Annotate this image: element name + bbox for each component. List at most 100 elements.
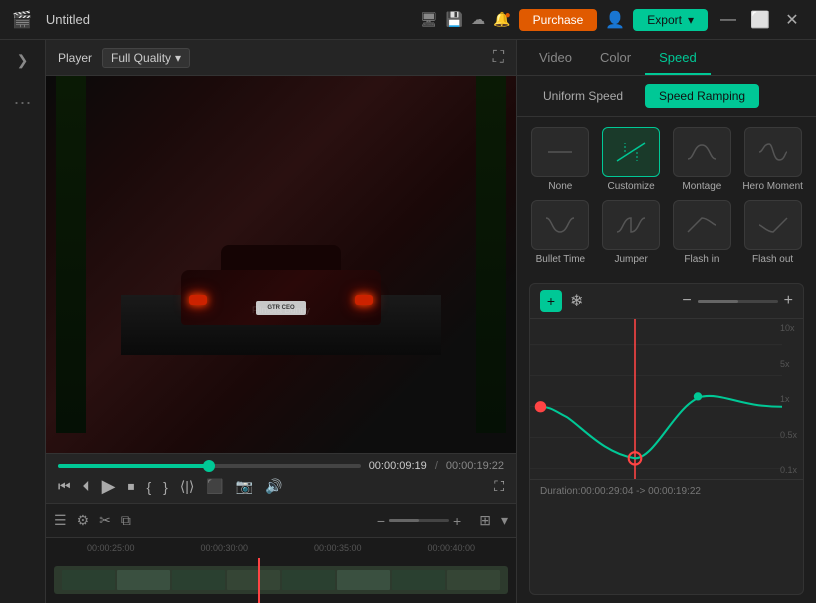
curve-editor: + ❄ − + 10x 5x 1x 0.5x 0.1x bbox=[529, 283, 804, 595]
tree-right bbox=[476, 76, 506, 433]
timeline-track[interactable] bbox=[54, 566, 508, 594]
bracket-start[interactable]: { bbox=[146, 479, 151, 495]
speed-label-customize: Customize bbox=[608, 181, 655, 192]
zoom-thumb bbox=[389, 519, 419, 522]
track-frame bbox=[117, 570, 170, 590]
speed-item-none[interactable]: None bbox=[529, 127, 592, 192]
uniform-speed-button[interactable]: Uniform Speed bbox=[529, 84, 637, 108]
collapse-arrow[interactable]: ❯ bbox=[13, 48, 33, 73]
speed-item-customize[interactable]: Customize bbox=[600, 127, 663, 192]
account-icon: 👤 bbox=[605, 10, 625, 30]
track-frame bbox=[392, 570, 445, 590]
export-chevron: ▾ bbox=[688, 13, 694, 27]
speed-icon-montage bbox=[673, 127, 731, 177]
car-main: GTR CEO bbox=[181, 270, 381, 325]
maximize-button[interactable]: ⬜ bbox=[748, 10, 772, 30]
close-button[interactable]: ✕ bbox=[780, 10, 804, 30]
tree-left bbox=[56, 76, 86, 433]
step-back-button[interactable]: ⏴ bbox=[83, 478, 90, 495]
player-label: Player bbox=[58, 51, 92, 65]
watermark: Filmora Bunny bbox=[252, 305, 310, 315]
timeline-controls: 00:00:09:19 / 00:00:19:22 ⏮ ⏴ ▶ ⏹ { } ⟨|… bbox=[46, 453, 516, 503]
fullscreen-button[interactable]: ⛶ bbox=[494, 478, 504, 495]
bottom-timeline: ☰ ⚙ ✂ ⧉ − + ⊞ ▾ 00:00:25:00 00:00:30:00 … bbox=[46, 503, 516, 603]
time-current: 00:00:09:19 bbox=[369, 460, 427, 472]
track-frame bbox=[337, 570, 390, 590]
track-frame bbox=[447, 570, 500, 590]
curve-canvas[interactable]: 10x 5x 1x 0.5x 0.1x bbox=[530, 319, 803, 479]
quality-select[interactable]: Full Quality ▾ bbox=[102, 48, 190, 68]
timeline-snap-icon[interactable]: ⚙ bbox=[77, 512, 90, 529]
duration-bar: Duration:00:00:29:04 -> 00:00:19:22 bbox=[530, 479, 803, 503]
track-frame bbox=[172, 570, 225, 590]
notification-dot: ● bbox=[505, 10, 511, 21]
timeline-group-icon[interactable]: ⧉ bbox=[121, 512, 131, 529]
expand-icon[interactable]: ⛶ bbox=[493, 49, 504, 67]
crop-button[interactable]: ⬛ bbox=[206, 478, 223, 495]
timeline-toolbar: ☰ ⚙ ✂ ⧉ − + ⊞ ▾ bbox=[46, 504, 516, 538]
speed-ramping-button[interactable]: Speed Ramping bbox=[645, 84, 759, 108]
zoom-track[interactable] bbox=[389, 519, 449, 522]
monitor-icon: 🖥 bbox=[420, 11, 438, 28]
speed-label-montage: Montage bbox=[682, 181, 721, 192]
playhead bbox=[258, 558, 260, 603]
tab-video[interactable]: Video bbox=[525, 40, 586, 75]
screenshot-button[interactable]: 📷 bbox=[236, 478, 253, 495]
speed-label-none: None bbox=[548, 181, 572, 192]
speed-item-flash-out[interactable]: Flash out bbox=[741, 200, 804, 265]
speed-item-bullet-time[interactable]: Bullet Time bbox=[529, 200, 592, 265]
stop-button[interactable]: ⏹ bbox=[127, 478, 134, 495]
app-icon: 🎬 bbox=[12, 10, 32, 30]
more-options-icon[interactable]: ⋯ bbox=[14, 93, 32, 114]
export-button[interactable]: Export ▾ bbox=[633, 9, 708, 31]
progress-thumb[interactable] bbox=[203, 460, 215, 472]
speed-icon-customize bbox=[602, 127, 660, 177]
zoom-out-curve-icon[interactable]: − bbox=[682, 292, 691, 310]
speed-item-hero-moment[interactable]: Hero Moment bbox=[741, 127, 804, 192]
skip-back-button[interactable]: ⏮ bbox=[58, 478, 71, 495]
video-thumbnail: GTR CEO Filmora Bunny bbox=[46, 76, 516, 453]
progress-track[interactable] bbox=[58, 464, 361, 468]
audio-button[interactable]: 🔊 bbox=[265, 478, 282, 495]
tab-speed[interactable]: Speed bbox=[645, 40, 711, 75]
zoom-in-curve-icon[interactable]: + bbox=[784, 292, 793, 310]
player-bar: Player Full Quality ▾ ⛶ bbox=[46, 40, 516, 76]
curve-label-05x: 0.5x bbox=[780, 430, 797, 440]
track-frame bbox=[282, 570, 335, 590]
speed-item-jumper[interactable]: Jumper bbox=[600, 200, 663, 265]
speed-label-flash-out: Flash out bbox=[752, 254, 793, 265]
car-scene: GTR CEO Filmora Bunny bbox=[121, 175, 441, 355]
export-label: Export bbox=[647, 13, 682, 27]
video-area: GTR CEO Filmora Bunny bbox=[46, 76, 516, 453]
speed-icon-flash-out bbox=[744, 200, 802, 250]
bracket-end[interactable]: } bbox=[163, 479, 168, 495]
timeline-grid-icon[interactable]: ⊞ bbox=[479, 512, 491, 529]
play-button[interactable]: ▶ bbox=[102, 476, 116, 497]
timeline-track-area bbox=[46, 558, 516, 603]
minimize-button[interactable]: — bbox=[716, 11, 740, 29]
zoom-out-icon[interactable]: − bbox=[377, 513, 385, 529]
track-frame bbox=[62, 570, 115, 590]
timeline-menu-icon[interactable]: ☰ bbox=[54, 512, 67, 529]
speed-icon-bullet-time bbox=[531, 200, 589, 250]
track-frames bbox=[62, 570, 500, 590]
purchase-button[interactable]: Purchase bbox=[519, 9, 598, 31]
zoom-track-curve[interactable] bbox=[698, 300, 778, 303]
zoom-in-icon[interactable]: + bbox=[453, 513, 461, 529]
speed-item-montage[interactable]: Montage bbox=[671, 127, 734, 192]
progress-fill bbox=[58, 464, 209, 468]
panel-tabs: Video Color Speed bbox=[517, 40, 816, 76]
ruler-mark-3: 00:00:35:00 bbox=[281, 543, 395, 553]
speed-label-flash-in: Flash in bbox=[684, 254, 719, 265]
save-icon: 💾 bbox=[446, 11, 463, 28]
timeline-settings-icon[interactable]: ▾ bbox=[501, 512, 508, 529]
tab-color[interactable]: Color bbox=[586, 40, 645, 75]
progress-row: 00:00:09:19 / 00:00:19:22 bbox=[46, 460, 516, 472]
snowflake-icon[interactable]: ❄ bbox=[570, 291, 583, 311]
speed-item-flash-in[interactable]: Flash in bbox=[671, 200, 734, 265]
curve-label-1x: 1x bbox=[780, 394, 797, 404]
add-point-button[interactable]: + bbox=[540, 290, 562, 312]
speed-label-hero-moment: Hero Moment bbox=[742, 181, 803, 192]
split-button[interactable]: ⟨|⟩ bbox=[180, 478, 195, 495]
timeline-split-icon[interactable]: ✂ bbox=[99, 512, 111, 529]
